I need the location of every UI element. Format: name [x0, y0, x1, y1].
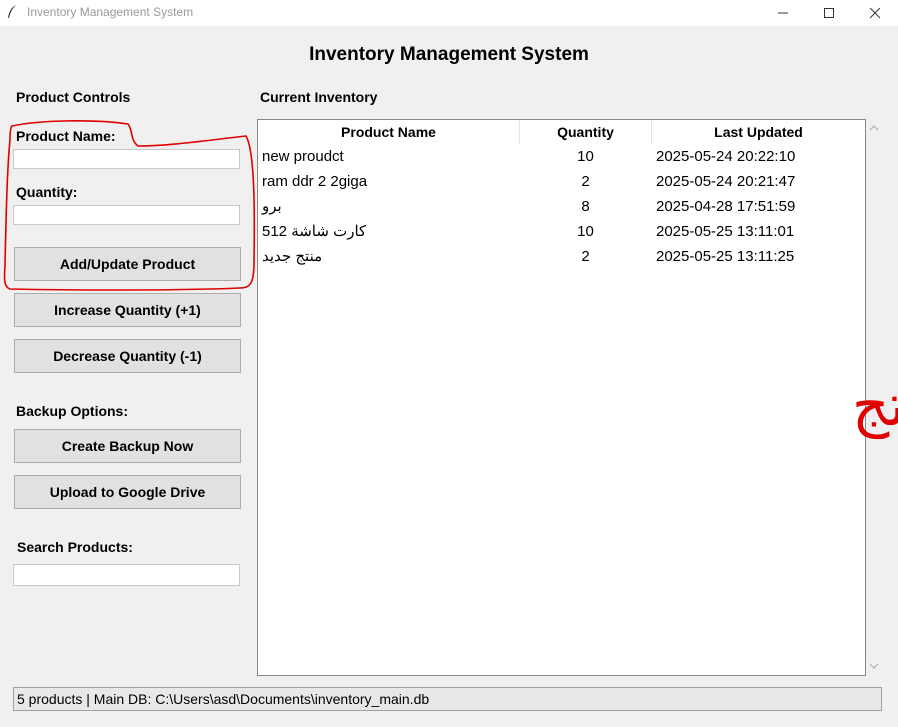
minimize-button[interactable] [760, 0, 806, 26]
cell-last-updated: 2025-05-25 13:11:25 [656, 248, 795, 265]
product-controls-heading: Product Controls [16, 89, 131, 105]
increase-quantity-button[interactable]: Increase Quantity (+1) [14, 293, 241, 327]
add-update-product-button[interactable]: Add/Update Product [14, 247, 241, 281]
close-button[interactable] [852, 0, 898, 26]
cell-last-updated: 2025-05-24 20:22:10 [656, 148, 796, 165]
maximize-icon [824, 8, 834, 18]
cell-quantity: 2 [581, 173, 590, 190]
cell-quantity: 8 [581, 198, 590, 215]
cell-product-name: new proudct [262, 148, 344, 165]
backup-options-heading: Backup Options: [16, 403, 129, 419]
current-inventory-heading: Current Inventory [260, 89, 378, 105]
column-header-quantity[interactable]: Quantity [520, 120, 652, 144]
cell-quantity: 2 [581, 248, 590, 265]
cell-last-updated: 2025-04-28 17:51:59 [656, 198, 796, 215]
table-row[interactable]: new proudct 10 2025-05-24 20:22:10 [258, 144, 865, 169]
decrease-quantity-button[interactable]: Decrease Quantity (-1) [14, 339, 241, 373]
table-scrollbar[interactable] [866, 119, 883, 676]
close-icon [869, 7, 881, 19]
search-input[interactable] [13, 564, 240, 586]
cell-product-name: برو [262, 198, 282, 215]
table-row[interactable]: منتج جديد 2 2025-05-25 13:11:25 [258, 244, 865, 269]
maximize-button[interactable] [806, 0, 852, 26]
column-header-product-name[interactable]: Product Name [258, 120, 520, 144]
cell-quantity: 10 [577, 223, 594, 240]
product-name-label: Product Name: [16, 128, 116, 144]
scroll-down-arrow-icon[interactable] [869, 663, 879, 671]
cell-product-name: كارت شاشة 512 [262, 223, 367, 240]
title-bar: Inventory Management System [0, 0, 898, 26]
cell-last-updated: 2025-05-24 20:21:47 [656, 173, 796, 190]
inventory-table[interactable]: Product Name Quantity Last Updated new p… [257, 119, 866, 676]
status-bar: 5 products | Main DB: C:\Users\asd\Docum… [13, 687, 882, 711]
column-header-last-updated[interactable]: Last Updated [652, 120, 865, 144]
table-row[interactable]: ram ddr 2 2giga 2 2025-05-24 20:21:47 [258, 169, 865, 194]
cell-product-name: ram ddr 2 2giga [262, 173, 368, 190]
cell-last-updated: 2025-05-25 13:11:01 [656, 223, 795, 240]
create-backup-button[interactable]: Create Backup Now [14, 429, 241, 463]
cell-product-name: منتج جديد [262, 248, 323, 265]
feather-icon [8, 5, 16, 18]
upload-google-drive-button[interactable]: Upload to Google Drive [14, 475, 241, 509]
minimize-icon [778, 12, 788, 14]
search-products-label: Search Products: [17, 539, 133, 555]
cell-quantity: 10 [577, 148, 594, 165]
scroll-up-arrow-icon[interactable] [869, 123, 879, 131]
quantity-input[interactable] [13, 205, 240, 225]
window-title: Inventory Management System [27, 5, 194, 19]
table-row[interactable]: برو 8 2025-04-28 17:51:59 [258, 194, 865, 219]
quantity-label: Quantity: [16, 184, 78, 200]
table-row[interactable]: كارت شاشة 512 10 2025-05-25 13:11:01 [258, 219, 865, 244]
product-name-input[interactable] [13, 149, 240, 169]
app-title: Inventory Management System [309, 44, 589, 65]
table-header: Product Name Quantity Last Updated [258, 120, 865, 144]
